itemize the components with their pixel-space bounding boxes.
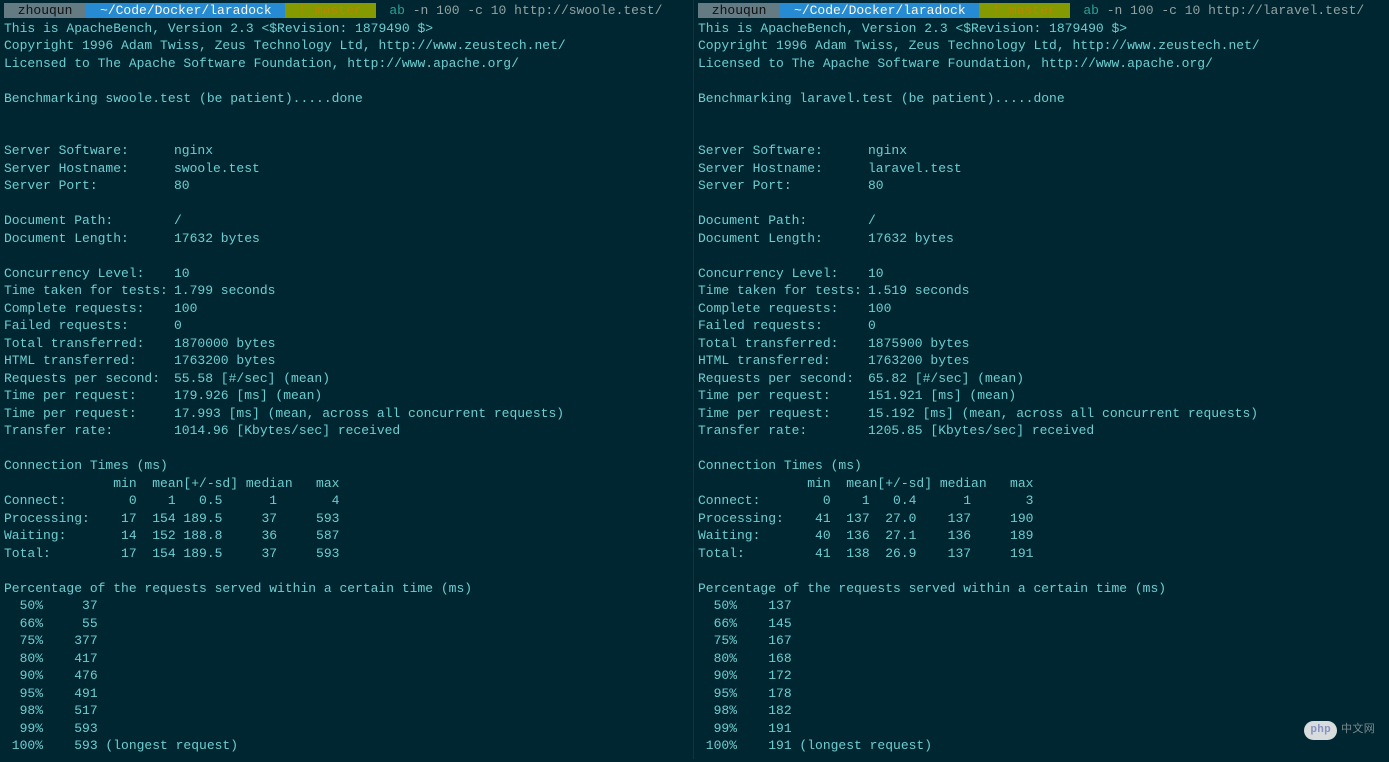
percentile-header: Percentage of the requests served within… — [4, 581, 472, 596]
connection-times-columns: min mean[+/-sd] median max — [698, 476, 1033, 491]
stat-row: Total transferred:1875900 bytes — [698, 336, 969, 351]
percentile-row: 95% 178 — [698, 686, 792, 701]
stat-row: Server Hostname:laravel.test — [698, 161, 962, 176]
percentile-row: 50% 37 — [4, 598, 98, 613]
stat-row: Server Hostname:swoole.test — [4, 161, 260, 176]
stat-row: Total transferred:1870000 bytes — [4, 336, 275, 351]
percentile-header: Percentage of the requests served within… — [698, 581, 1166, 596]
percentile-row: 100% 593 (longest request) — [4, 738, 238, 753]
stat-row: Server Software:nginx — [698, 143, 907, 158]
ab-header: Copyright 1996 Adam Twiss, Zeus Technolo… — [698, 38, 1260, 53]
stat-row: Server Software:nginx — [4, 143, 213, 158]
prompt-user: zhouqun — [698, 3, 780, 18]
terminal-pane-left[interactable]: zhouqun ~/Code/Docker/laradock ᚶ master … — [0, 0, 694, 759]
stat-row: Document Path:/ — [698, 213, 876, 228]
benchmark-line: Benchmarking laravel.test (be patient)..… — [698, 91, 1065, 106]
stat-row: Time per request:179.926 [ms] (mean) — [4, 388, 322, 403]
connection-times-header: Connection Times (ms) — [698, 458, 862, 473]
stat-row: Requests per second:65.82 [#/sec] (mean) — [698, 371, 1024, 386]
percentile-row: 75% 167 — [698, 633, 792, 648]
connection-times-row: Total: 41 138 26.9 137 191 — [698, 546, 1033, 561]
stat-row: Failed requests:0 — [698, 318, 876, 333]
connection-times-row: Waiting: 14 152 188.8 36 587 — [4, 528, 339, 543]
connection-times-row: Connect: 0 1 0.5 1 4 — [4, 493, 339, 508]
prompt-path: ~/Code/Docker/laradock — [86, 3, 285, 18]
percentile-row: 80% 417 — [4, 651, 98, 666]
percentile-row: 98% 182 — [698, 703, 792, 718]
stat-row: Transfer rate:1205.85 [Kbytes/sec] recei… — [698, 423, 1094, 438]
benchmark-line: Benchmarking swoole.test (be patient)...… — [4, 91, 363, 106]
stat-row: Time per request:151.921 [ms] (mean) — [698, 388, 1016, 403]
connection-times-header: Connection Times (ms) — [4, 458, 168, 473]
connection-times-row: Connect: 0 1 0.4 1 3 — [698, 493, 1033, 508]
percentile-row: 66% 55 — [4, 616, 98, 631]
ab-header: Copyright 1996 Adam Twiss, Zeus Technolo… — [4, 38, 566, 53]
percentile-row: 80% 168 — [698, 651, 792, 666]
stat-row: Failed requests:0 — [4, 318, 182, 333]
terminal-split: zhouqun ~/Code/Docker/laradock ᚶ master … — [0, 0, 1389, 759]
stat-row: Concurrency Level:10 — [4, 266, 190, 281]
stat-row: Time taken for tests:1.799 seconds — [4, 283, 275, 298]
watermark: php中文网 — [1304, 721, 1375, 741]
ab-header: Licensed to The Apache Software Foundati… — [698, 56, 1213, 71]
stat-row: Concurrency Level:10 — [698, 266, 884, 281]
percentile-row: 95% 491 — [4, 686, 98, 701]
stat-row: Server Port:80 — [4, 178, 190, 193]
prompt-path: ~/Code/Docker/laradock — [780, 3, 979, 18]
shell-prompt: zhouqun ~/Code/Docker/laradock ᚶ master … — [698, 2, 1384, 20]
stat-row: Server Port:80 — [698, 178, 884, 193]
prompt-git: ᚶ master — [285, 3, 375, 18]
percentile-row: 90% 476 — [4, 668, 98, 683]
percentile-row: 98% 517 — [4, 703, 98, 718]
percentile-row: 99% 593 — [4, 721, 98, 736]
stat-row: HTML transferred:1763200 bytes — [698, 353, 969, 368]
ab-header: This is ApacheBench, Version 2.3 <$Revis… — [4, 21, 433, 36]
stat-row: Document Length:17632 bytes — [698, 231, 954, 246]
stat-row: Document Length:17632 bytes — [4, 231, 260, 246]
stat-row: Time per request:17.993 [ms] (mean, acro… — [4, 406, 564, 421]
stat-row: Complete requests:100 — [4, 301, 197, 316]
watermark-php: php — [1304, 721, 1337, 741]
stat-row: Time per request:15.192 [ms] (mean, acro… — [698, 406, 1258, 421]
connection-times-columns: min mean[+/-sd] median max — [4, 476, 339, 491]
stat-row: Requests per second:55.58 [#/sec] (mean) — [4, 371, 330, 386]
ab-header: This is ApacheBench, Version 2.3 <$Revis… — [698, 21, 1127, 36]
percentile-row: 90% 172 — [698, 668, 792, 683]
percentile-row: 75% 377 — [4, 633, 98, 648]
stat-row: Complete requests:100 — [698, 301, 891, 316]
prompt-user: zhouqun — [4, 3, 86, 18]
connection-times-row: Total: 17 154 189.5 37 593 — [4, 546, 339, 561]
stat-row: HTML transferred:1763200 bytes — [4, 353, 275, 368]
stat-row: Document Path:/ — [4, 213, 182, 228]
command-line: ab -n 100 -c 10 http://laravel.test/ — [1070, 3, 1365, 18]
stat-row: Transfer rate:1014.96 [Kbytes/sec] recei… — [4, 423, 400, 438]
terminal-pane-right[interactable]: zhouqun ~/Code/Docker/laradock ᚶ master … — [694, 0, 1388, 759]
shell-prompt: zhouqun ~/Code/Docker/laradock ᚶ master … — [4, 2, 689, 20]
percentile-row: 50% 137 — [698, 598, 792, 613]
percentile-row: 99% 191 — [698, 721, 792, 736]
percentile-row: 66% 145 — [698, 616, 792, 631]
stat-row: Time taken for tests:1.519 seconds — [698, 283, 969, 298]
prompt-git: ᚶ master — [979, 3, 1069, 18]
connection-times-row: Waiting: 40 136 27.1 136 189 — [698, 528, 1033, 543]
connection-times-row: Processing: 17 154 189.5 37 593 — [4, 511, 339, 526]
command-line: ab -n 100 -c 10 http://swoole.test/ — [376, 3, 663, 18]
percentile-row: 100% 191 (longest request) — [698, 738, 932, 753]
ab-header: Licensed to The Apache Software Foundati… — [4, 56, 519, 71]
connection-times-row: Processing: 41 137 27.0 137 190 — [698, 511, 1033, 526]
